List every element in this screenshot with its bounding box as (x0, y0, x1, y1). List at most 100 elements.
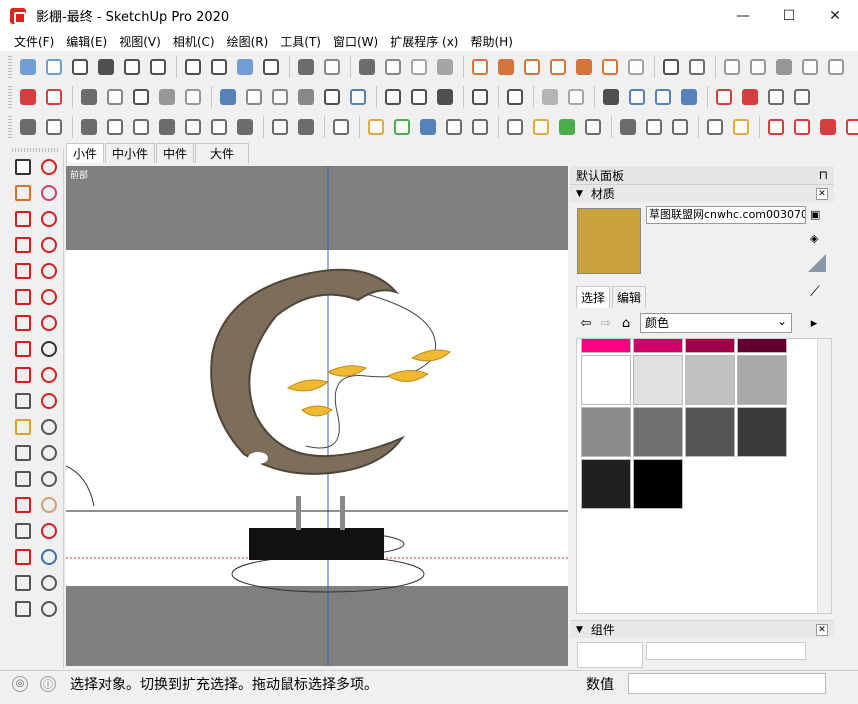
toolbar-grip[interactable] (8, 86, 12, 108)
toolbar-tool-icon[interactable] (764, 85, 788, 109)
toolbar-tool-icon[interactable] (616, 115, 640, 139)
toolbar-tool-icon[interactable] (503, 85, 527, 109)
close-button[interactable]: ✕ (812, 0, 858, 31)
eyedropper-icon[interactable]: ⟋ (810, 284, 820, 300)
drawing-tool-icon[interactable] (36, 492, 62, 518)
toolbar-tool-icon[interactable] (720, 55, 744, 79)
toolbar-tool-icon[interactable] (598, 55, 622, 79)
color-swatch[interactable] (633, 459, 683, 509)
drawing-tool-icon[interactable] (36, 232, 62, 258)
toolbar-tool-icon[interactable] (94, 55, 118, 79)
color-swatch[interactable] (581, 407, 631, 457)
tray-pin-icon[interactable]: ⊓ (819, 168, 828, 182)
toolbar-tool-icon[interactable] (268, 115, 292, 139)
toolbar-tool-icon[interactable] (407, 85, 431, 109)
toolbar-tool-icon[interactable] (181, 55, 205, 79)
toolbar-tool-icon[interactable] (529, 115, 553, 139)
swatch-scrollbar[interactable] (817, 339, 831, 613)
drawing-tool-icon[interactable] (36, 570, 62, 596)
color-swatch[interactable] (737, 355, 787, 405)
drawing-tool-icon[interactable] (10, 440, 36, 466)
scene-tab-small[interactable]: 小件 (66, 143, 105, 163)
drawing-tool-icon[interactable] (36, 180, 62, 206)
sample-paint-icon[interactable]: ◈ (810, 232, 824, 246)
measurements-input[interactable] (628, 673, 826, 694)
menu-window[interactable]: 窗口(W) (327, 33, 384, 50)
drawing-tool-icon[interactable] (10, 570, 36, 596)
drawing-tool-icon[interactable] (36, 440, 62, 466)
toolbar-tool-icon[interactable] (320, 85, 344, 109)
drawing-tool-icon[interactable] (36, 518, 62, 544)
color-swatch[interactable] (633, 407, 683, 457)
toolbar-tool-icon[interactable] (625, 85, 649, 109)
material-preview-swatch[interactable] (577, 208, 641, 274)
toolbar-tool-icon[interactable] (416, 115, 440, 139)
drawing-tool-icon[interactable] (10, 492, 36, 518)
drawing-tool-icon[interactable] (36, 258, 62, 284)
toolbar-tool-icon[interactable] (555, 115, 579, 139)
toolbar-tool-icon[interactable] (651, 85, 675, 109)
menu-help[interactable]: 帮助(H) (464, 33, 518, 50)
toolbar-tool-icon[interactable] (129, 115, 153, 139)
toolbar-tool-icon[interactable] (16, 55, 40, 79)
toolbar-tool-icon[interactable] (120, 55, 144, 79)
color-swatch[interactable] (685, 339, 735, 353)
drawing-tool-icon[interactable] (10, 362, 36, 388)
toolbar-tool-icon[interactable] (468, 115, 492, 139)
toolbar-tool-icon[interactable] (129, 85, 153, 109)
toolbar-tool-icon[interactable] (729, 115, 753, 139)
toolbar-tool-icon[interactable] (677, 85, 701, 109)
toolbar-tool-icon[interactable] (42, 115, 66, 139)
toolbar-tool-icon[interactable] (746, 55, 770, 79)
menu-extensions[interactable]: 扩展程序 (x) (384, 33, 464, 50)
toolbar-tool-icon[interactable] (468, 55, 492, 79)
toolbar-tool-icon[interactable] (381, 55, 405, 79)
toolbar-tool-icon[interactable] (294, 115, 318, 139)
toolbar-tool-icon[interactable] (268, 85, 292, 109)
material-name-field[interactable]: 草图联盟网cnwhc.com0030700 (646, 206, 806, 224)
drawing-tool-icon[interactable] (36, 154, 62, 180)
select-tool-icon[interactable] (10, 154, 36, 180)
toolbar-tool-icon[interactable] (520, 55, 544, 79)
material-create-icon[interactable]: ▣ (810, 208, 824, 222)
tab-edit[interactable]: 编辑 (612, 286, 647, 308)
toolbar-tool-icon[interactable] (155, 85, 179, 109)
toolbar-tool-icon[interactable] (703, 115, 727, 139)
menu-draw[interactable]: 绘图(R) (221, 33, 275, 50)
toolbar-tool-icon[interactable] (659, 55, 683, 79)
color-swatch[interactable] (633, 355, 683, 405)
forward-arrow-icon[interactable]: ⇨ (596, 313, 616, 333)
color-swatch[interactable] (581, 355, 631, 405)
toolbar-tool-icon[interactable] (42, 55, 66, 79)
component-thumbnail[interactable] (577, 642, 643, 668)
toolbar-tool-icon[interactable] (103, 85, 127, 109)
color-swatch[interactable] (633, 339, 683, 353)
toolbar-tool-icon[interactable] (103, 115, 127, 139)
toolbar-tool-icon[interactable] (181, 85, 205, 109)
details-arrow-icon[interactable]: ▸ (804, 313, 824, 333)
toolbar-tool-icon[interactable] (772, 55, 796, 79)
back-arrow-icon[interactable]: ⇦ (576, 313, 596, 333)
instructor-icon[interactable]: ⓘ (40, 675, 56, 692)
collapse-arrow-icon[interactable]: ▼ (576, 189, 583, 199)
components-panel-header[interactable]: ▼ 组件 ✕ (570, 620, 834, 638)
close-panel-icon[interactable]: ✕ (816, 187, 828, 200)
drawing-tool-icon[interactable] (10, 284, 36, 310)
color-swatch[interactable] (685, 407, 735, 457)
toolbar-tool-icon[interactable] (242, 85, 266, 109)
drawing-tool-icon[interactable] (10, 180, 36, 206)
drawing-tool-icon[interactable] (10, 388, 36, 414)
toolbar-tool-icon[interactable] (77, 115, 101, 139)
drawing-tool-icon[interactable] (10, 336, 36, 362)
toolbar-tool-icon[interactable] (581, 115, 605, 139)
maximize-button[interactable]: ☐ (766, 0, 812, 31)
toolbar-tool-icon[interactable] (155, 115, 179, 139)
toolbar-tool-icon[interactable] (624, 55, 648, 79)
model-viewport[interactable]: 前部 (66, 166, 568, 666)
menu-camera[interactable]: 相机(C) (167, 33, 221, 50)
toolbar-tool-icon[interactable] (790, 85, 814, 109)
toolbar-tool-icon[interactable] (294, 85, 318, 109)
collapse-arrow-icon[interactable]: ▼ (576, 625, 583, 635)
color-swatch[interactable] (581, 459, 631, 509)
toolbar-tool-icon[interactable] (712, 85, 736, 109)
